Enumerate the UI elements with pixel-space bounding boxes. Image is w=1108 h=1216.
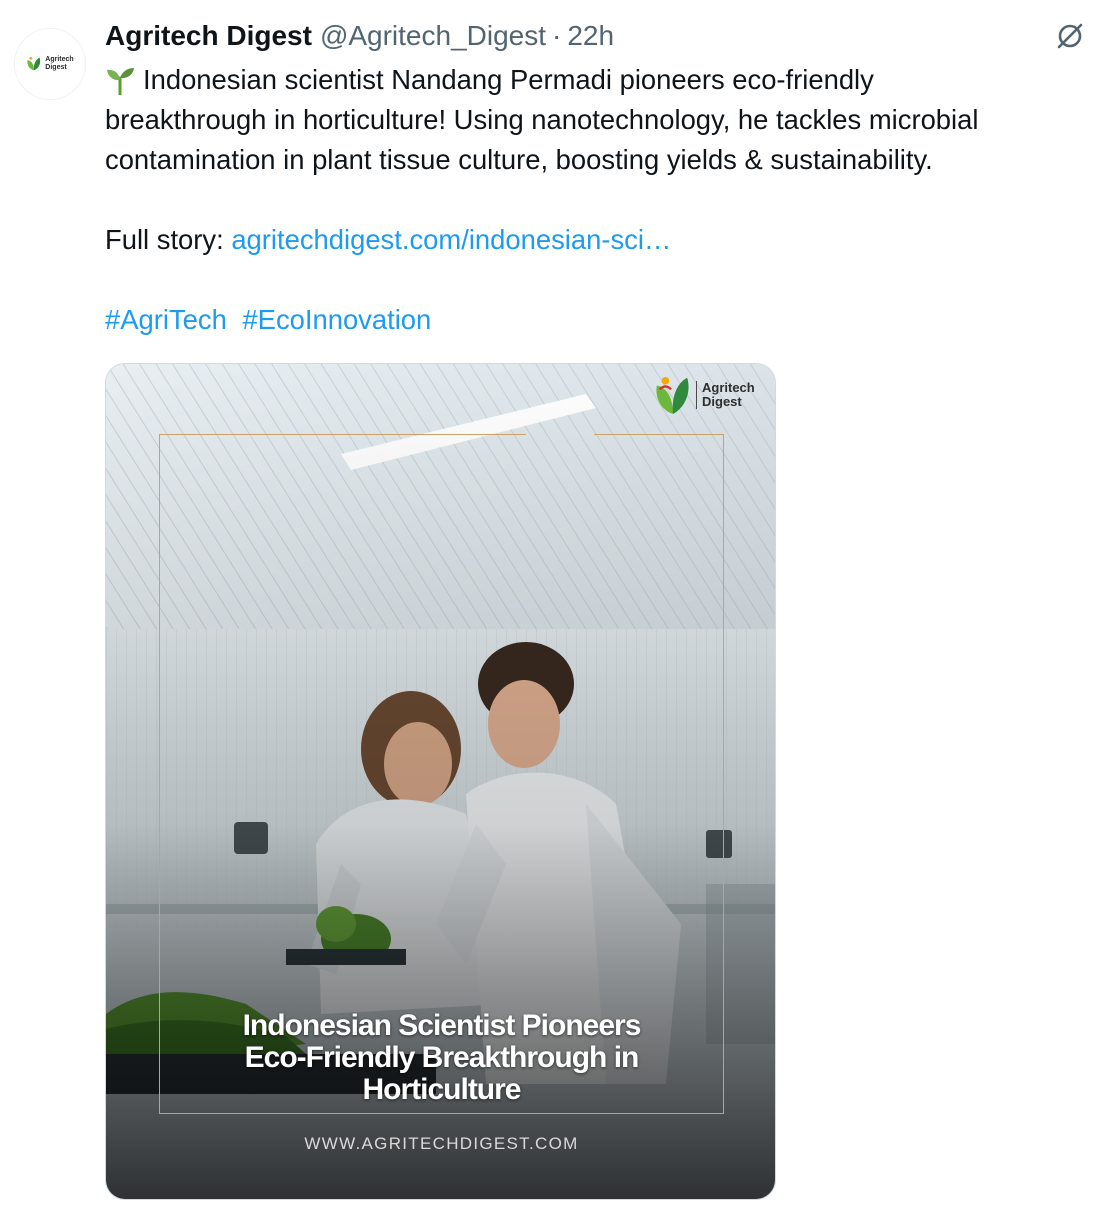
avatar[interactable]: Agritech Digest	[14, 28, 86, 100]
tweet-header: Agritech Digest @Agritech_Digest · 22h	[105, 16, 614, 56]
image-website: WWW.AGRITECHDIGEST.COM	[304, 1134, 579, 1153]
tweet-text-line-2: breakthrough in horticulture! Using nano…	[105, 104, 979, 135]
leaf-logo-icon	[656, 376, 689, 414]
avatar-logo: Agritech Digest	[26, 56, 74, 72]
timestamp[interactable]: 22h	[567, 20, 614, 52]
full-story-line: Full story: agritechdigest.com/indonesia…	[105, 220, 1105, 260]
tweet-media-image[interactable]: Agritech Digest Indonesian Scientist Pio…	[105, 363, 776, 1200]
frame-line	[159, 434, 526, 435]
hashtag-agritech[interactable]: #AgriTech	[105, 304, 227, 335]
full-story-label: Full story:	[105, 224, 232, 255]
hashtag-line: #AgriTech #EcoInnovation	[105, 300, 1105, 340]
hashtag-ecoinnovation[interactable]: #EcoInnovation	[242, 304, 431, 335]
tweet-text-line-3: contamination in plant tissue culture, b…	[105, 144, 933, 175]
tweet-text-line-1: Indonesian scientist Nandang Permadi pio…	[105, 60, 1105, 100]
seedling-icon	[107, 68, 134, 95]
display-name[interactable]: Agritech Digest	[105, 20, 312, 52]
image-headline: Indonesian Scientist Pioneers Eco-Friend…	[242, 1009, 642, 1106]
leaf-logo-icon	[27, 57, 41, 71]
user-handle[interactable]: @Agritech_Digest	[320, 20, 546, 52]
brand-text: Agritech Digest	[696, 381, 755, 409]
story-link[interactable]: agritechdigest.com/indonesian-sci…	[231, 224, 671, 255]
frame-line	[594, 434, 724, 435]
tweet-text: Indonesian scientist Nandang Permadi pio…	[105, 60, 1105, 340]
frame-line	[159, 1113, 724, 1114]
separator-dot: ·	[552, 20, 562, 51]
grok-icon[interactable]	[1050, 16, 1090, 56]
avatar-logo-text: Agritech Digest	[45, 56, 74, 71]
tweet-card[interactable]: Agritech Digest Agritech Digest @Agritec…	[0, 0, 1108, 1216]
brand-logo: Agritech Digest	[654, 374, 755, 416]
